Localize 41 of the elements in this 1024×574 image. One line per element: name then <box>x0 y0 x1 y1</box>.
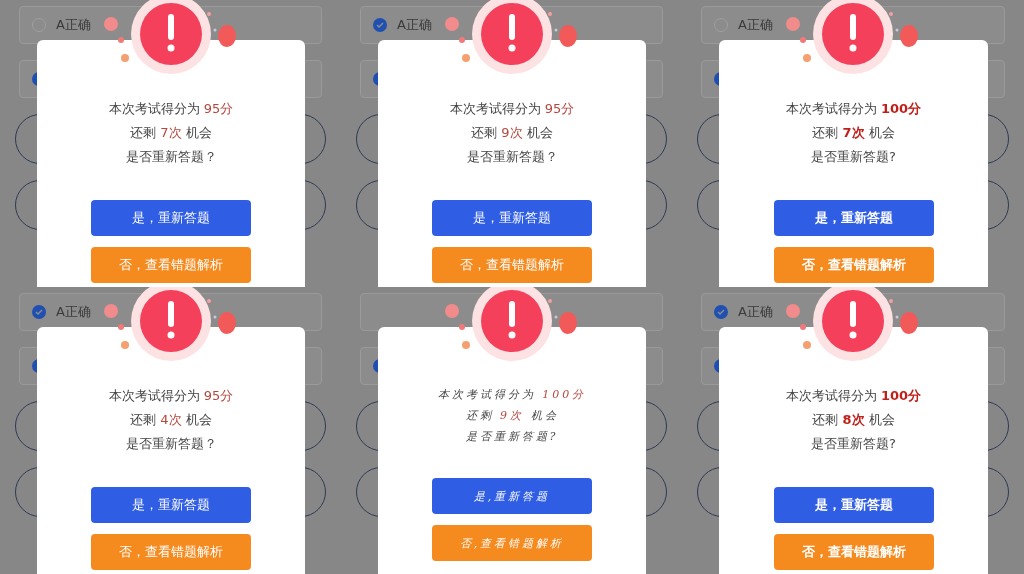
check-icon <box>376 21 384 29</box>
question-text: 是否重新答题? <box>811 148 896 166</box>
remaining-text: 还剩 7次 机会 <box>812 124 895 142</box>
question-text: 是否重新答题? <box>465 429 559 444</box>
remaining-text: 还剩 9次 机会 <box>465 408 559 423</box>
review-button[interactable]: 否,查看错题解析 <box>432 525 592 561</box>
score-text: 本次考试得分为 100分 <box>785 100 922 118</box>
option-label: A正确 <box>56 303 91 321</box>
remaining-text: 还剩 4次 机会 <box>130 411 212 429</box>
question-text: 是否重新答题？ <box>125 435 217 453</box>
option-label: A正确 <box>738 16 773 34</box>
review-button[interactable]: 否，查看错题解析 <box>91 534 251 570</box>
score-text: 本次考试得分为 95分 <box>108 100 234 118</box>
score-text: 本次考试得分为 95分 <box>108 387 234 405</box>
question-text: 是否重新答题？ <box>466 148 558 166</box>
remaining-text: 还剩 7次 机会 <box>130 124 212 142</box>
retry-button[interactable]: 是，重新答题 <box>773 200 934 236</box>
remaining-text: 还剩 8次 机会 <box>812 411 895 429</box>
review-button[interactable]: 否，查看错题解析 <box>773 534 934 570</box>
retry-button[interactable]: 是，重新答题 <box>773 487 934 523</box>
review-button[interactable]: 否，查看错题解析 <box>773 247 934 283</box>
radio-button[interactable] <box>373 18 387 32</box>
remaining-text: 还剩 9次 机会 <box>471 124 553 142</box>
question-text: 是否重新答题？ <box>125 148 217 166</box>
score-text: 本次考试得分为 100分 <box>785 387 922 405</box>
radio-button[interactable] <box>32 305 46 319</box>
option-label: A正确 <box>738 303 773 321</box>
retry-button[interactable]: 是，重新答题 <box>432 200 592 236</box>
option-label: A正确 <box>56 16 91 34</box>
check-icon <box>717 308 725 316</box>
review-button[interactable]: 否，查看错题解析 <box>432 247 592 283</box>
score-text: 本次考试得分为 100分 <box>437 387 587 402</box>
score-text: 本次考试得分为 95分 <box>449 100 575 118</box>
retry-button[interactable]: 是，重新答题 <box>91 487 251 523</box>
check-icon <box>35 308 43 316</box>
radio-button[interactable] <box>714 305 728 319</box>
option-label: A正确 <box>397 16 432 34</box>
question-text: 是否重新答题? <box>811 435 896 453</box>
review-button[interactable]: 否，查看错题解析 <box>91 247 251 283</box>
retry-button[interactable]: 是，重新答题 <box>91 200 251 236</box>
retry-button[interactable]: 是,重新答题 <box>432 478 592 514</box>
